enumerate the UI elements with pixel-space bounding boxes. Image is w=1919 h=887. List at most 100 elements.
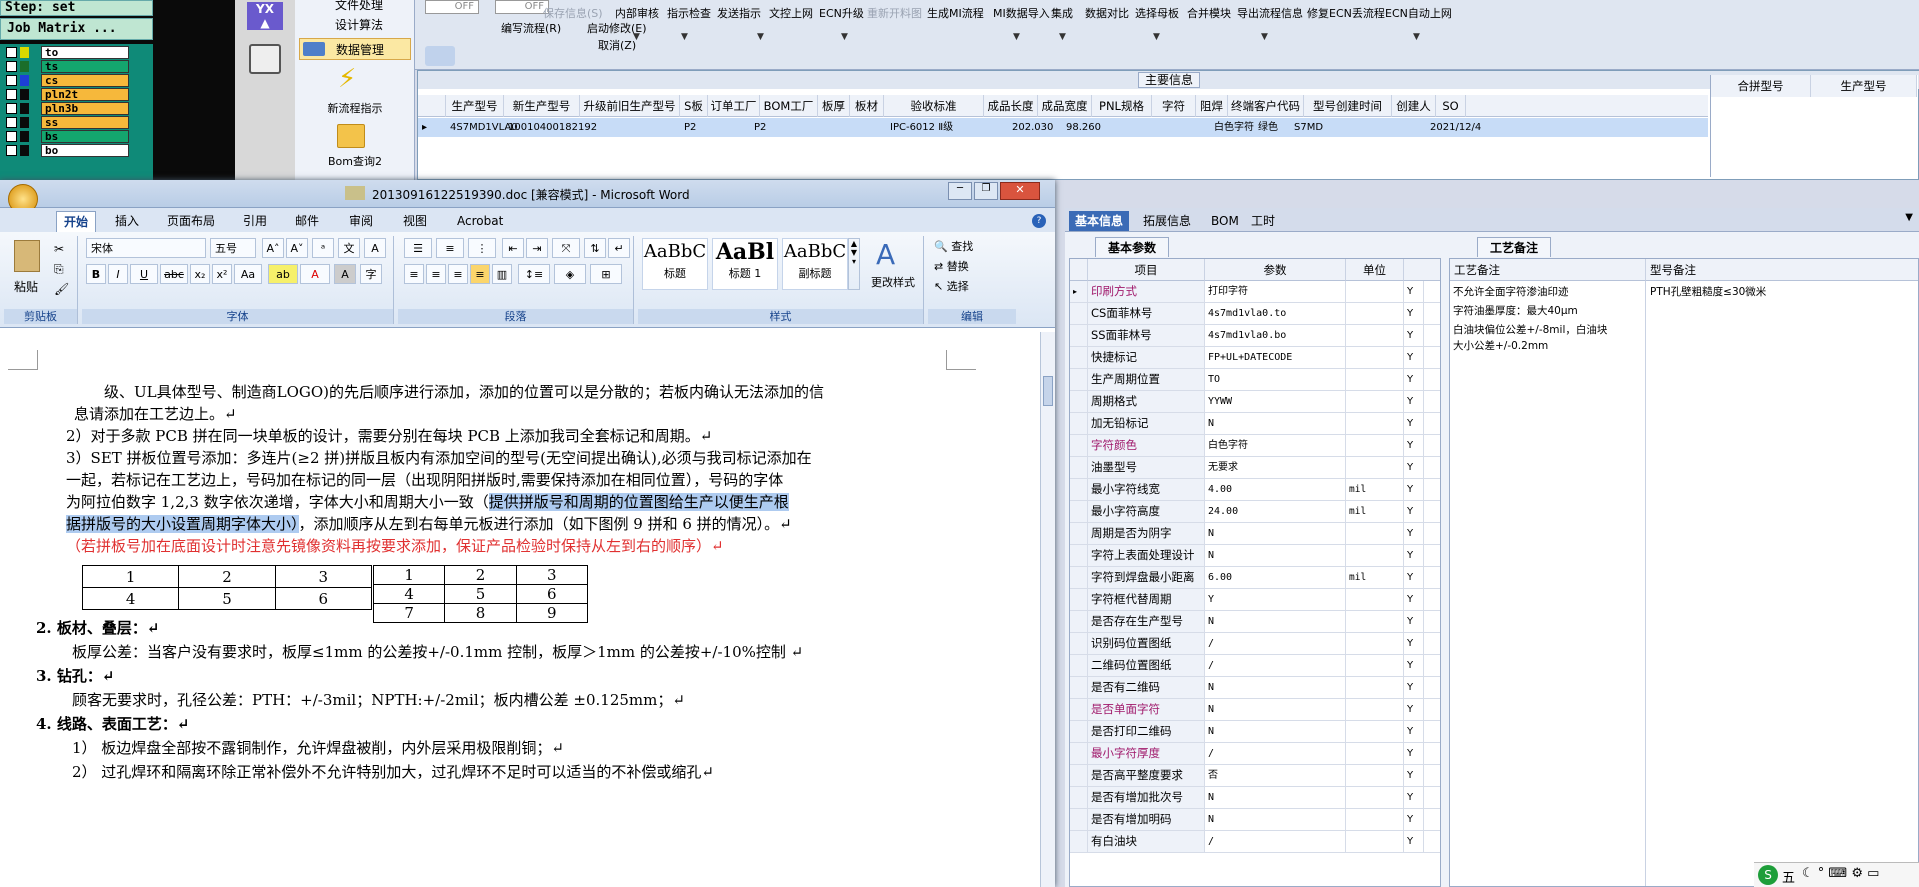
bullets-icon[interactable]: ☰ xyxy=(404,238,432,258)
edit-flow-button[interactable]: 编写流程(R) xyxy=(501,20,561,36)
table-row[interactable]: 是否存在生产型号 N Y xyxy=(1070,611,1440,633)
layer-row[interactable]: ss xyxy=(6,116,129,129)
layer-checkbox[interactable] xyxy=(6,75,17,86)
param-value[interactable]: / xyxy=(1205,633,1346,654)
param-value[interactable]: TO xyxy=(1205,369,1346,390)
shrink-font-icon[interactable]: A˅ xyxy=(286,238,308,258)
enclose-char-icon[interactable]: 字 xyxy=(360,264,382,284)
paste-button[interactable]: 粘贴 xyxy=(14,278,38,295)
justify-icon[interactable]: ≡ xyxy=(470,264,490,284)
row-selector[interactable] xyxy=(1070,611,1088,632)
param-value[interactable]: N xyxy=(1205,721,1346,742)
tab-view[interactable]: 视图 xyxy=(396,211,434,232)
table-row[interactable]: 是否有增加批次号 N Y xyxy=(1070,787,1440,809)
param-value[interactable]: N xyxy=(1205,787,1346,808)
align-center-icon[interactable]: ≡ xyxy=(426,264,446,284)
param-value[interactable]: 白色字符 xyxy=(1205,435,1346,456)
style-preset[interactable]: AaBbC 副标题 xyxy=(782,238,848,290)
layer-checkbox[interactable] xyxy=(6,117,17,128)
table-row[interactable]: 识别码位置图纸 / Y xyxy=(1070,633,1440,655)
tab-worktime[interactable]: 工时 xyxy=(1245,211,1281,231)
tab-mailings[interactable]: 邮件 xyxy=(288,211,326,232)
toolbar-button[interactable]: 生成MI流程 xyxy=(927,5,984,21)
tech-notes-tab[interactable]: 工艺备注 xyxy=(1477,237,1552,257)
calculator-icon[interactable] xyxy=(249,44,281,74)
layer-checkbox[interactable] xyxy=(6,47,17,58)
table-row[interactable]: 周期是否为阴字 N Y xyxy=(1070,523,1440,545)
row-selector[interactable] xyxy=(1070,303,1088,324)
strikethrough-icon[interactable]: abc xyxy=(160,264,188,284)
table-row[interactable]: 加无铅标记 N Y xyxy=(1070,413,1440,435)
chevron-down-icon[interactable]: ▼ xyxy=(841,32,848,42)
grid-col-header[interactable]: 订单工厂 xyxy=(708,95,760,117)
param-value[interactable]: 4s7md1vla0.bo xyxy=(1205,325,1346,346)
format-painter-icon[interactable]: 🖌 xyxy=(54,282,69,296)
borders-icon[interactable]: ⊞ xyxy=(590,264,622,284)
underline-icon[interactable]: U xyxy=(130,264,158,284)
chevron-down-icon[interactable]: ▼ xyxy=(1153,32,1160,42)
layer-row[interactable]: bs xyxy=(6,130,129,143)
param-value[interactable]: N xyxy=(1205,545,1346,566)
row-selector[interactable] xyxy=(1070,347,1088,368)
row-selector[interactable] xyxy=(1070,633,1088,654)
ime-mode-label[interactable]: 五 xyxy=(1782,867,1795,886)
layer-checkbox[interactable] xyxy=(6,131,17,142)
asian-layout-icon[interactable]: ⤧ xyxy=(552,238,580,258)
table-row[interactable]: 最小字符高度 24.00 mil Y xyxy=(1070,501,1440,523)
table-row[interactable]: 字符颜色 白色字符 Y xyxy=(1070,435,1440,457)
layer-row[interactable]: pln3b xyxy=(6,102,129,115)
grid-col-header[interactable]: 新生产型号 xyxy=(504,95,580,117)
edit-flow-toggle[interactable]: OFF xyxy=(425,0,479,14)
table-row[interactable]: 生产周期位置 TO Y xyxy=(1070,369,1440,391)
increase-indent-icon[interactable]: ⇥ xyxy=(526,238,548,258)
start-mod-toggle[interactable]: OFF xyxy=(495,0,549,14)
row-selector[interactable] xyxy=(1070,545,1088,566)
table-row[interactable]: 是否有增加明码 N Y xyxy=(1070,809,1440,831)
row-selector[interactable] xyxy=(1070,325,1088,346)
phonetic-icon[interactable]: 文 xyxy=(338,238,360,258)
multilevel-icon[interactable]: ⋮ xyxy=(468,238,496,258)
row-selector[interactable] xyxy=(1070,523,1088,544)
select-button[interactable]: ↖ 选择 xyxy=(934,278,969,294)
table-row[interactable]: ▸ 印刷方式 打印字符 Y xyxy=(1070,281,1440,303)
layer-checkbox[interactable] xyxy=(6,103,17,114)
layer-checkbox[interactable] xyxy=(6,61,17,72)
grid-col-header[interactable]: 板厚 xyxy=(818,95,850,117)
param-value[interactable]: 打印字符 xyxy=(1205,281,1346,302)
cut-icon[interactable]: ✂ xyxy=(54,242,64,256)
param-value[interactable]: 4s7md1vla0.to xyxy=(1205,303,1346,324)
grid-col-header[interactable]: 终端客户代码 xyxy=(1228,95,1304,117)
change-style-icon[interactable]: A xyxy=(876,238,895,271)
toolbar-button[interactable]: 合并模块 xyxy=(1187,5,1231,21)
chevron-down-icon[interactable]: ▼ xyxy=(1013,32,1020,42)
distributed-icon[interactable]: ▥ xyxy=(492,264,512,284)
row-selector[interactable] xyxy=(1070,479,1088,500)
chevron-down-icon[interactable]: ▼ xyxy=(1261,32,1268,42)
row-selector[interactable] xyxy=(1070,809,1088,830)
change-case-icon[interactable]: Aa xyxy=(234,264,262,284)
toolbar-button[interactable]: ECN升级 xyxy=(819,5,864,21)
grid-col-header[interactable]: 成品长度 xyxy=(984,95,1038,117)
bold-icon[interactable]: B xyxy=(86,264,106,284)
vertical-scrollbar[interactable] xyxy=(1040,332,1055,887)
toolbar-button[interactable]: 数据对比 xyxy=(1085,5,1129,21)
toolbar-button[interactable]: 集成 xyxy=(1051,5,1073,21)
tab-layout[interactable]: 页面布局 xyxy=(160,211,222,232)
toolbar-button[interactable]: 保存信息(S) xyxy=(543,5,603,21)
document-page[interactable]: 级、UL具体型号、制造商LOGO)的先后顺序进行添加，添加的位置可以是分散的；若… xyxy=(8,332,1008,887)
row-selector[interactable] xyxy=(1070,457,1088,478)
align-left-icon[interactable]: ≡ xyxy=(404,264,424,284)
toolbar-button[interactable]: 导出流程信息 xyxy=(1237,5,1303,21)
grid-col-header[interactable]: 创建人 xyxy=(1392,95,1436,117)
table-row[interactable]: 二维码位置图纸 / Y xyxy=(1070,655,1440,677)
chevron-down-icon[interactable]: ▼ xyxy=(633,32,640,42)
chevron-down-icon[interactable]: ▼ xyxy=(1413,32,1420,42)
param-value[interactable]: / xyxy=(1205,743,1346,764)
table-row[interactable]: 是否打印二维码 N Y xyxy=(1070,721,1440,743)
font-size-select[interactable]: 五号 xyxy=(210,238,256,258)
table-row[interactable]: 有白油块 / Y xyxy=(1070,831,1440,853)
param-value[interactable]: N xyxy=(1205,611,1346,632)
param-value[interactable]: 4.00 xyxy=(1205,479,1346,500)
toolbar-button[interactable]: 修复ECN丢流程 xyxy=(1307,5,1385,21)
grid-col-header[interactable]: 升级前旧生产型号 xyxy=(580,95,680,117)
